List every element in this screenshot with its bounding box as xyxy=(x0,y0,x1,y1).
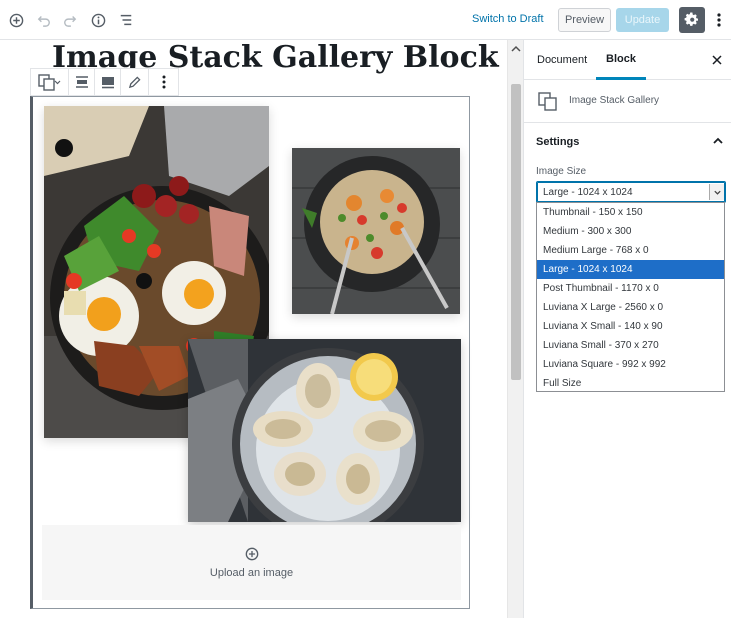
oysters-photo[interactable] xyxy=(188,339,461,522)
align-full-button[interactable] xyxy=(95,69,121,95)
image-size-option[interactable]: Luviana Small - 370 x 270 xyxy=(537,336,724,355)
pencil-icon xyxy=(128,75,141,88)
block-card: Image Stack Gallery xyxy=(524,80,731,123)
image-size-select[interactable]: Large - 1024 x 1024 xyxy=(536,181,726,203)
upload-image-area[interactable]: Upload an image xyxy=(42,525,461,600)
settings-title: Settings xyxy=(536,136,580,148)
sidebar-tabs: Document Block xyxy=(524,40,731,80)
image-stack-gallery-block[interactable]: Upload an image xyxy=(30,96,470,609)
block-more-options-button[interactable] xyxy=(149,69,178,95)
add-image-icon xyxy=(245,547,258,560)
image-stack-icon xyxy=(37,74,60,91)
tab-document[interactable]: Document xyxy=(537,40,587,80)
info-icon[interactable] xyxy=(88,10,108,30)
image-size-option[interactable]: Luviana X Large - 2560 x 0 xyxy=(537,298,724,317)
scrollbar-thumb[interactable] xyxy=(511,84,521,380)
update-button[interactable]: Update xyxy=(616,8,669,32)
gear-icon xyxy=(684,12,698,26)
redo-icon[interactable] xyxy=(60,10,80,30)
more-vertical-icon xyxy=(717,13,721,27)
switch-to-draft-link[interactable]: Switch to Draft xyxy=(472,13,544,25)
image-size-option[interactable]: Thumbnail - 150 x 150 xyxy=(537,203,724,222)
select-arrow[interactable] xyxy=(709,184,724,200)
align-wide-button[interactable] xyxy=(69,69,95,95)
edit-gallery-button[interactable] xyxy=(121,69,149,95)
block-toolbar xyxy=(30,68,179,96)
scroll-up-arrow-icon[interactable] xyxy=(511,44,521,54)
image-size-option[interactable]: Medium - 300 x 300 xyxy=(537,222,724,241)
more-options-button[interactable] xyxy=(710,10,728,30)
upload-image-label: Upload an image xyxy=(209,566,294,579)
block-name: Image Stack Gallery xyxy=(569,95,660,106)
image-size-option[interactable]: Luviana X Small - 140 x 90 xyxy=(537,317,724,336)
settings-panel-toggle[interactable]: Settings xyxy=(524,124,731,158)
more-vertical-icon xyxy=(162,75,165,89)
image-size-label: Image Size xyxy=(536,166,587,177)
settings-button[interactable] xyxy=(679,7,705,33)
image-size-option[interactable]: Luviana Square - 992 x 992 xyxy=(537,355,724,374)
list-view-icon[interactable] xyxy=(116,10,136,30)
preview-button[interactable]: Preview xyxy=(558,8,611,32)
settings-sidebar: Document Block Image Stack Gallery Setti… xyxy=(523,40,731,618)
align-full-icon xyxy=(101,77,114,89)
editor-scrollbar[interactable] xyxy=(507,40,523,618)
image-size-option[interactable]: Full Size xyxy=(537,374,724,393)
undo-icon[interactable] xyxy=(34,10,54,30)
chevron-down-icon xyxy=(713,190,721,195)
block-switcher-button[interactable] xyxy=(31,69,69,95)
image-size-options: Thumbnail - 150 x 150 Medium - 300 x 300 M… xyxy=(536,202,725,392)
close-icon[interactable] xyxy=(710,53,724,67)
tab-block[interactable]: Block xyxy=(596,40,646,80)
add-block-icon[interactable] xyxy=(6,10,26,30)
editor-canvas: Image Stack Gallery Block Upload an imag… xyxy=(0,40,507,618)
chevron-up-icon xyxy=(713,137,723,144)
image-size-option[interactable]: Large - 1024 x 1024 xyxy=(537,260,724,279)
pasta-salad-photo[interactable] xyxy=(292,148,460,314)
editor-header: Switch to Draft Preview Update xyxy=(0,0,731,40)
image-stack-icon xyxy=(538,92,557,111)
image-size-option[interactable]: Medium Large - 768 x 0 xyxy=(537,241,724,260)
image-size-option[interactable]: Post Thumbnail - 1170 x 0 xyxy=(537,279,724,298)
image-size-value: Large - 1024 x 1024 xyxy=(543,187,633,198)
align-wide-icon xyxy=(75,76,88,88)
